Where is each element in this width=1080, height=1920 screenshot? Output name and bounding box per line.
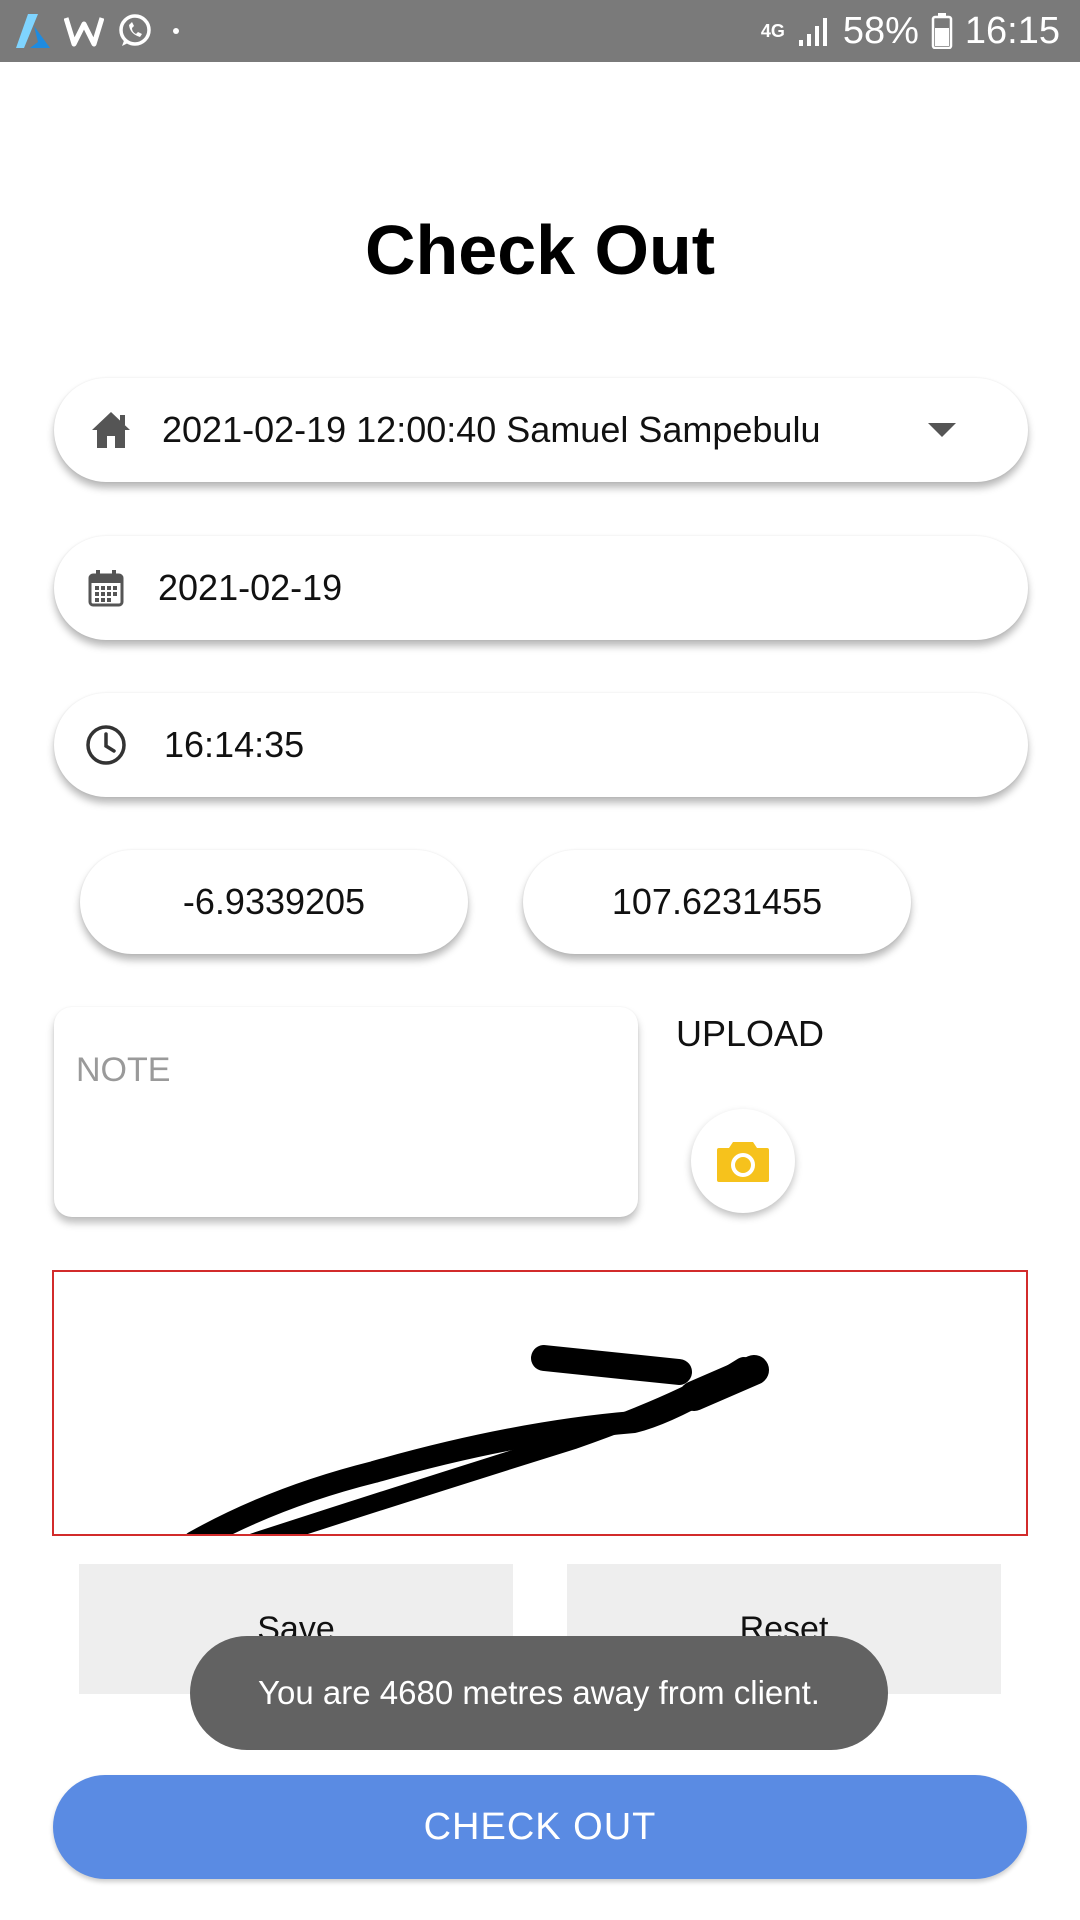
latitude-value: -6.9339205 (182, 881, 366, 922)
network-type: 4G (760, 21, 785, 41)
longitude-value: 107.6231455 (611, 881, 823, 922)
calendar-icon (88, 569, 124, 607)
battery-percentage: 58% (842, 9, 919, 52)
date-value: 2021-02-19 (158, 567, 343, 608)
note-placeholder: NOTE (76, 1051, 171, 1089)
client-select[interactable]: 2021-02-19 12:00:40 Samuel Sampebulu (54, 378, 1028, 482)
w-app-icon (64, 14, 104, 48)
battery-icon (931, 13, 953, 49)
longitude-field[interactable]: 107.6231455 (523, 850, 911, 954)
status-bar-notifications (14, 10, 186, 52)
clock-icon (84, 723, 128, 767)
azure-icon (14, 12, 52, 50)
check-out-label: CHECK OUT (423, 1805, 657, 1848)
upload-label: UPLOAD (676, 1013, 825, 1054)
camera-button[interactable] (691, 1109, 795, 1213)
check-out-button[interactable]: CHECK OUT (53, 1775, 1027, 1879)
toast-message: You are 4680 metres away from client. (258, 1674, 820, 1711)
time-field[interactable]: 16:14:35 (54, 693, 1028, 797)
chevron-down-icon (928, 423, 956, 437)
clock-time: 16:15 (964, 9, 1060, 52)
camera-icon (715, 1138, 771, 1184)
signature-pad[interactable] (52, 1270, 1028, 1536)
latitude-field[interactable]: -6.9339205 (80, 850, 468, 954)
page-title: Check Out (364, 211, 716, 289)
client-select-value: 2021-02-19 12:00:40 Samuel Sampebulu (162, 409, 821, 450)
time-value: 16:14:35 (164, 724, 305, 765)
note-field[interactable]: NOTE (54, 1007, 638, 1217)
signature-stroke (186, 1345, 769, 1534)
home-icon (90, 410, 132, 450)
distance-toast: You are 4680 metres away from client. (190, 1636, 888, 1750)
status-bar: 4G 58% 16:15 (0, 0, 1080, 62)
notification-dot-icon (166, 21, 186, 41)
date-field[interactable]: 2021-02-19 (54, 536, 1028, 640)
signal-icon (797, 14, 831, 48)
status-bar-system: 4G 58% 16:15 (761, 0, 1060, 62)
whatsapp-icon (116, 12, 154, 50)
